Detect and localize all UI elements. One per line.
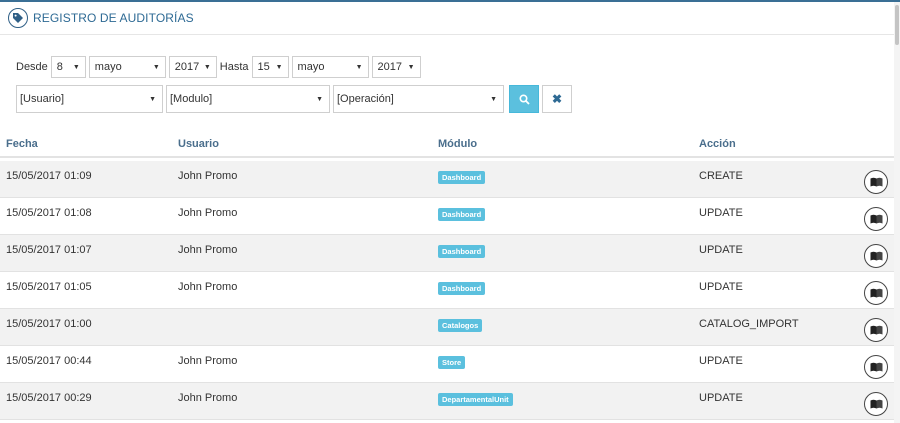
book-icon: [870, 362, 882, 372]
cell-accion: UPDATE: [699, 207, 743, 219]
cell-accion: UPDATE: [699, 392, 743, 404]
table-row: 15/05/2017 01:05 John Promo Dashboard UPDAT…: [0, 272, 894, 309]
module-badge: Dashboard: [438, 171, 486, 184]
cell-fecha: 15/05/2017 01:07: [6, 244, 92, 256]
cell-fecha: 15/05/2017 01:09: [6, 170, 92, 182]
date-filter-row: Desde 8 ▼ mayo ▼ 2017 ▼ Hasta 15 ▼ mayo ▼ 201…: [16, 56, 424, 78]
view-details-button[interactable]: [864, 318, 888, 342]
tag-icon: [8, 8, 28, 28]
hasta-day-value: 15: [257, 61, 270, 73]
desde-year-value: 2017: [174, 61, 200, 73]
cell-usuario: John Promo: [178, 392, 238, 404]
cell-accion: UPDATE: [699, 244, 743, 256]
chevron-down-icon: ▼: [149, 95, 156, 103]
chevron-down-icon: ▼: [152, 63, 160, 71]
table-row: 15/05/2017 01:00 Catalogos CATALOG_IMPORT: [0, 309, 894, 346]
page-title: REGISTRO DE AUDITORÍAS: [33, 11, 194, 25]
table-row: 15/05/2017 01:09 John Promo Dashboard CREAT…: [0, 161, 894, 198]
entity-filter-row: [Usuario] ▼ [Modulo] ▼ [Operación] ▼ ✖: [16, 85, 572, 113]
chevron-down-icon: ▼: [316, 95, 323, 103]
book-icon: [870, 288, 882, 298]
desde-label: Desde: [16, 61, 48, 73]
book-icon: [870, 399, 882, 409]
cell-accion: CATALOG_IMPORT: [699, 318, 799, 330]
cell-accion: CREATE: [699, 170, 743, 182]
cell-fecha: 15/05/2017 01:00: [6, 318, 92, 330]
table-header: Fecha Usuario Módulo Acción: [0, 130, 894, 158]
modulo-select[interactable]: [Modulo] ▼: [166, 85, 330, 113]
table-row: 15/05/2017 00:29 John Promo DepartamentalU…: [0, 383, 894, 420]
hasta-year-select[interactable]: 2017 ▼: [371, 56, 421, 78]
hasta-day-select[interactable]: 15 ▼: [251, 56, 289, 78]
book-icon: [870, 177, 882, 187]
module-badge: Store: [438, 356, 466, 369]
column-header-usuario[interactable]: Usuario: [178, 138, 219, 150]
usuario-select[interactable]: [Usuario] ▼: [16, 85, 163, 113]
book-icon: [870, 214, 882, 224]
chevron-down-icon: ▼: [490, 95, 497, 103]
cell-fecha: 15/05/2017 01:05: [6, 281, 92, 293]
operacion-select[interactable]: [Operación] ▼: [333, 85, 504, 113]
usuario-value: [Usuario]: [20, 93, 65, 105]
cell-usuario: John Promo: [178, 170, 238, 182]
chevron-down-icon: ▼: [407, 63, 415, 71]
cell-usuario: John Promo: [178, 207, 238, 219]
cell-fecha: 15/05/2017 00:29: [6, 392, 92, 404]
hasta-year-value: 2017: [377, 61, 403, 73]
module-badge: DepartamentalUnit: [438, 393, 513, 406]
desde-day-select[interactable]: 8 ▼: [50, 56, 86, 78]
cell-fecha: 15/05/2017 00:44: [6, 355, 92, 367]
page-header: REGISTRO DE AUDITORÍAS: [0, 2, 894, 35]
view-details-button[interactable]: [864, 355, 888, 379]
cell-usuario: John Promo: [178, 244, 238, 256]
clear-filters-button[interactable]: ✖: [542, 85, 572, 113]
table-row: 15/05/2017 01:07 John Promo Dashboard UPDAT…: [0, 235, 894, 272]
cell-fecha: 15/05/2017 01:08: [6, 207, 92, 219]
view-details-button[interactable]: [864, 281, 888, 305]
chevron-down-icon: ▼: [72, 63, 80, 71]
desde-year-select[interactable]: 2017 ▼: [168, 56, 217, 78]
table-row: 15/05/2017 01:08 John Promo Dashboard UPDAT…: [0, 198, 894, 235]
desde-month-value: mayo: [94, 61, 122, 73]
search-button[interactable]: [509, 85, 539, 113]
hasta-label: Hasta: [219, 61, 249, 73]
cell-accion: UPDATE: [699, 281, 743, 293]
module-badge: Catalogos: [438, 319, 483, 332]
module-badge: Dashboard: [438, 208, 486, 221]
hasta-month-value: mayo: [297, 61, 325, 73]
chevron-down-icon: ▼: [203, 63, 211, 71]
desde-day-value: 8: [56, 61, 63, 73]
view-details-button[interactable]: [864, 207, 888, 231]
scrollbar-thumb[interactable]: [895, 5, 899, 45]
column-header-fecha[interactable]: Fecha: [6, 138, 38, 150]
hasta-month-select[interactable]: mayo ▼: [291, 56, 369, 78]
book-icon: [870, 251, 882, 261]
view-details-button[interactable]: [864, 170, 888, 194]
search-icon: [518, 93, 530, 105]
module-badge: Dashboard: [438, 245, 486, 258]
module-badge: Dashboard: [438, 282, 486, 295]
close-icon: ✖: [551, 92, 563, 106]
cell-usuario: John Promo: [178, 281, 238, 293]
view-details-button[interactable]: [864, 244, 888, 268]
modulo-value: [Modulo]: [170, 93, 213, 105]
column-header-accion[interactable]: Acción: [699, 138, 736, 150]
column-header-modulo[interactable]: Módulo: [438, 138, 477, 150]
chevron-down-icon: ▼: [275, 63, 283, 71]
scrollbar[interactable]: [894, 2, 900, 423]
view-details-button[interactable]: [864, 392, 888, 416]
chevron-down-icon: ▼: [355, 63, 363, 71]
cell-accion: UPDATE: [699, 355, 743, 367]
operacion-value: [Operación]: [337, 93, 394, 105]
desde-month-select[interactable]: mayo ▼: [88, 56, 166, 78]
cell-usuario: John Promo: [178, 355, 238, 367]
book-icon: [870, 325, 882, 335]
table-row: 15/05/2017 00:44 John Promo Store UPDATE: [0, 346, 894, 383]
